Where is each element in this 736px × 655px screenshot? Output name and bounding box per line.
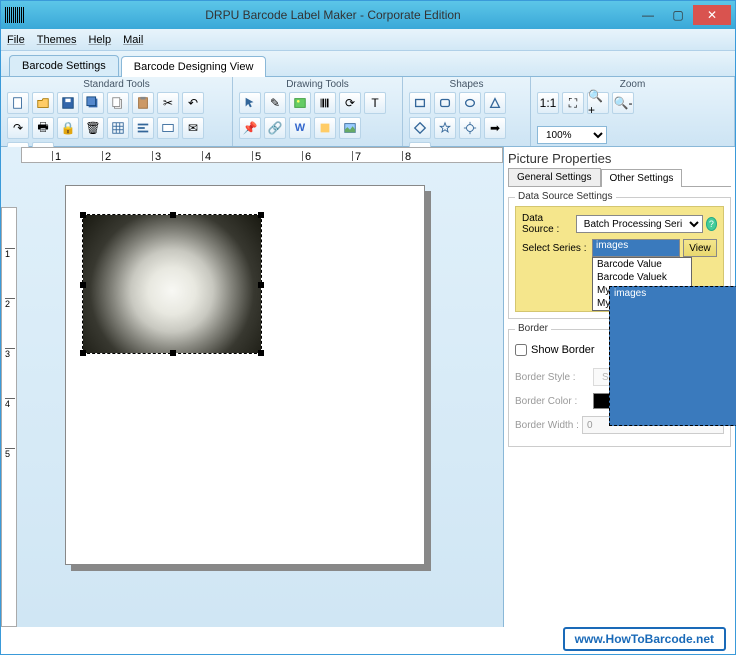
grid-icon[interactable]: [107, 117, 129, 139]
resize-handle-w[interactable]: [80, 282, 86, 288]
tab-barcode-settings[interactable]: Barcode Settings: [9, 55, 119, 76]
select-icon[interactable]: [239, 92, 261, 114]
text-icon[interactable]: T: [364, 92, 386, 114]
group-shapes-label: Shapes: [409, 79, 524, 90]
show-border-label: Show Border: [531, 344, 595, 356]
resize-handle-se[interactable]: [258, 350, 264, 356]
delete-icon[interactable]: 🗑: [82, 117, 104, 139]
barcode-icon[interactable]: [314, 92, 336, 114]
fill-icon[interactable]: [314, 117, 336, 139]
mail-icon[interactable]: ✉: [182, 117, 204, 139]
star-shape-icon[interactable]: [434, 117, 456, 139]
border-style-label: Border Style :: [515, 372, 593, 383]
footer-link[interactable]: www.HowToBarcode.net: [563, 627, 726, 651]
resize-handle-n[interactable]: [170, 212, 176, 218]
menu-file[interactable]: File: [7, 34, 25, 46]
lock-icon[interactable]: 🔒: [57, 117, 79, 139]
resize-handle-sw[interactable]: [80, 350, 86, 356]
resize-handle-nw[interactable]: [80, 212, 86, 218]
print-icon[interactable]: 🖶: [32, 117, 54, 139]
pin-icon[interactable]: 📌: [239, 117, 261, 139]
series-dropdown: Barcode Value Barcode Valuek images My H…: [592, 257, 692, 311]
work-area: 1 2 3 4 5 6 7 8 1 2 3 4 5: [1, 147, 735, 627]
diamond-shape-icon[interactable]: [409, 117, 431, 139]
series-option[interactable]: Barcode Value: [593, 258, 691, 271]
zoom-select[interactable]: 100%: [537, 126, 607, 144]
ruler-horizontal: 1 2 3 4 5 6 7 8: [21, 147, 503, 163]
ruler-vertical: 1 2 3 4 5: [1, 207, 17, 627]
new-icon[interactable]: [7, 92, 29, 114]
triangle-shape-icon[interactable]: [484, 92, 506, 114]
title-bar: DRPU Barcode Label Maker - Corporate Edi…: [1, 1, 735, 29]
card-icon[interactable]: [157, 117, 179, 139]
resize-handle-e[interactable]: [258, 282, 264, 288]
main-tabs: Barcode Settings Barcode Designing View: [1, 51, 735, 77]
wordart-icon[interactable]: W: [289, 117, 311, 139]
menu-bar: File Themes Help Mail: [1, 29, 735, 51]
align-icon[interactable]: [132, 117, 154, 139]
close-button[interactable]: ✕: [693, 5, 731, 25]
zoom-fit-icon[interactable]: ⛶: [562, 92, 584, 114]
arrow-shape-icon[interactable]: ➡: [484, 117, 506, 139]
refresh-icon[interactable]: ⟳: [339, 92, 361, 114]
menu-themes[interactable]: Themes: [37, 34, 77, 46]
selected-image[interactable]: [82, 214, 262, 354]
undo-icon[interactable]: ↶: [182, 92, 204, 114]
window-title: DRPU Barcode Label Maker - Corporate Edi…: [33, 8, 633, 22]
paste-icon[interactable]: [132, 92, 154, 114]
ellipse-shape-icon[interactable]: [459, 92, 481, 114]
cut-icon[interactable]: ✂: [157, 92, 179, 114]
open-icon[interactable]: [32, 92, 54, 114]
series-option-selected[interactable]: images: [609, 286, 736, 426]
resize-handle-s[interactable]: [170, 350, 176, 356]
properties-panel: Picture Properties General Settings Othe…: [503, 147, 735, 627]
border-color-label: Border Color :: [515, 396, 593, 407]
pen-icon[interactable]: ✎: [264, 92, 286, 114]
properties-title: Picture Properties: [508, 151, 731, 166]
group-drawing-label: Drawing Tools: [239, 79, 396, 90]
save-icon[interactable]: [57, 92, 79, 114]
zoom-in-icon[interactable]: 🔍+: [587, 92, 609, 114]
design-canvas[interactable]: [65, 185, 425, 565]
select-series-label: Select Series :: [522, 243, 592, 254]
resize-handle-ne[interactable]: [258, 212, 264, 218]
group-zoom-label: Zoom: [537, 79, 728, 90]
redo-icon[interactable]: ↷: [7, 117, 29, 139]
tab-other-settings[interactable]: Other Settings: [601, 169, 683, 187]
ribbon: Standard Tools ✂ ↶ ↷ 🖶 🔒 🗑 ✉ ⬆ ⚙ Drawing…: [1, 77, 735, 147]
help-icon[interactable]: ?: [706, 217, 717, 231]
select-series-combo[interactable]: images: [592, 239, 680, 257]
menu-mail[interactable]: Mail: [123, 34, 143, 46]
link-icon[interactable]: 🔗: [264, 117, 286, 139]
show-border-checkbox[interactable]: [515, 344, 527, 356]
maximize-button[interactable]: ▢: [663, 5, 693, 25]
image-icon[interactable]: [289, 92, 311, 114]
flower-image: [83, 215, 261, 353]
data-source-fieldset: Data Source Settings Data Source : Batch…: [508, 197, 731, 319]
copy-icon[interactable]: [107, 92, 129, 114]
data-source-label: Data Source :: [522, 213, 576, 235]
zoom-out-icon[interactable]: 🔍-: [612, 92, 634, 114]
tab-general-settings[interactable]: General Settings: [508, 168, 601, 186]
app-logo-icon: [5, 7, 25, 23]
saveall-icon[interactable]: [82, 92, 104, 114]
data-source-select[interactable]: Batch Processing Seri: [576, 215, 703, 233]
border-legend: Border: [515, 323, 551, 334]
rect-shape-icon[interactable]: [409, 92, 431, 114]
canvas-zone[interactable]: 1 2 3 4 5 6 7 8 1 2 3 4 5: [1, 147, 503, 627]
burst-shape-icon[interactable]: [459, 117, 481, 139]
group-standard-label: Standard Tools: [7, 79, 226, 90]
tab-barcode-designing[interactable]: Barcode Designing View: [121, 56, 267, 77]
border-width-label: Border Width :: [515, 420, 582, 431]
view-button[interactable]: View: [683, 239, 717, 257]
menu-help[interactable]: Help: [88, 34, 111, 46]
series-option[interactable]: Barcode Valuek: [593, 271, 691, 284]
picture-tool-icon[interactable]: [339, 117, 361, 139]
data-source-legend: Data Source Settings: [515, 191, 616, 202]
roundrect-shape-icon[interactable]: [434, 92, 456, 114]
zoom-actual-icon[interactable]: 1:1: [537, 92, 559, 114]
minimize-button[interactable]: —: [633, 5, 663, 25]
